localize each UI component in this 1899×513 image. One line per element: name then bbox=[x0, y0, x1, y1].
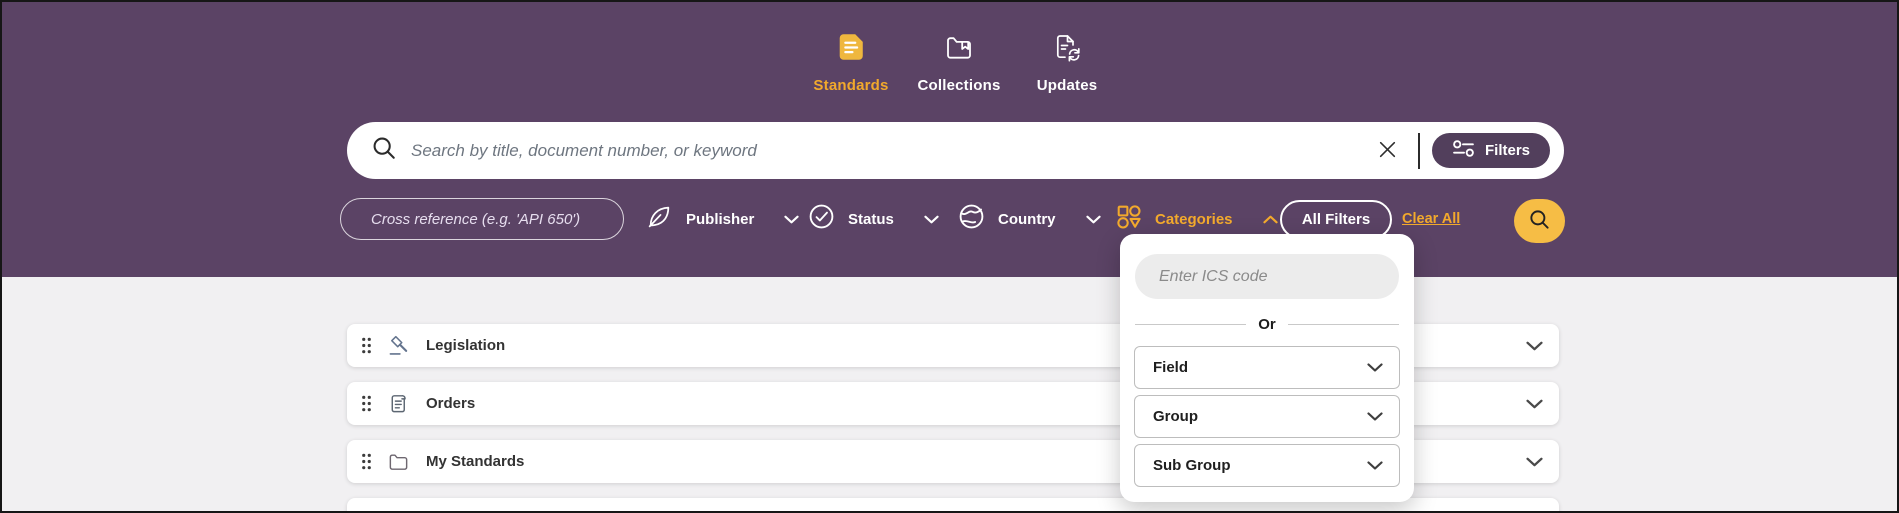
drag-handle-icon[interactable] bbox=[359, 335, 374, 356]
gavel-icon bbox=[387, 334, 410, 357]
search-bar: Filters bbox=[347, 122, 1564, 179]
chevron-down-icon[interactable] bbox=[1526, 341, 1543, 351]
categories-panel: Or Field Group Sub Group bbox=[1120, 234, 1414, 502]
tab-updates-label: Updates bbox=[1037, 77, 1098, 94]
all-filters-button[interactable]: All Filters bbox=[1280, 200, 1392, 239]
sub-group-select-label: Sub Group bbox=[1153, 457, 1231, 474]
chevron-down-icon bbox=[1367, 461, 1383, 470]
or-divider: Or bbox=[1135, 314, 1399, 334]
list-item-label: My Standards bbox=[426, 453, 524, 470]
search-icon bbox=[371, 135, 397, 166]
search-divider bbox=[1418, 133, 1420, 169]
field-select-label: Field bbox=[1153, 359, 1188, 376]
app-window: Standards Collections bbox=[0, 0, 1899, 513]
chevron-down-icon[interactable] bbox=[1526, 457, 1543, 467]
chevron-down-icon bbox=[924, 215, 939, 224]
nav-tabs: Standards Collections bbox=[805, 30, 1113, 94]
tab-collections-label: Collections bbox=[917, 77, 1000, 94]
chevron-up-icon bbox=[1263, 215, 1278, 224]
chevron-down-icon bbox=[1367, 363, 1383, 372]
categories-filter-label: Categories bbox=[1155, 211, 1233, 228]
list-item-label: Orders bbox=[426, 395, 475, 412]
feather-icon bbox=[646, 203, 673, 235]
filters-button-label: Filters bbox=[1485, 142, 1530, 159]
chevron-down-icon bbox=[784, 215, 799, 224]
scroll-icon bbox=[387, 392, 410, 415]
chevron-down-icon bbox=[1367, 412, 1383, 421]
header: Standards Collections bbox=[2, 2, 1897, 277]
publisher-filter[interactable]: Publisher bbox=[646, 198, 799, 240]
updates-icon bbox=[1052, 30, 1082, 64]
check-circle-icon bbox=[808, 203, 835, 235]
filters-button[interactable]: Filters bbox=[1432, 133, 1550, 168]
standards-icon bbox=[835, 30, 867, 64]
chevron-down-icon bbox=[1086, 215, 1101, 224]
drag-handle-icon[interactable] bbox=[359, 393, 374, 414]
drag-handle-icon[interactable] bbox=[359, 451, 374, 472]
field-select[interactable]: Field bbox=[1134, 346, 1400, 389]
divider-line bbox=[1135, 324, 1246, 325]
tab-standards-label: Standards bbox=[813, 77, 888, 94]
country-filter[interactable]: Country bbox=[958, 198, 1101, 240]
country-filter-label: Country bbox=[998, 211, 1056, 228]
x-icon bbox=[1377, 139, 1398, 163]
status-filter-label: Status bbox=[848, 211, 894, 228]
tab-collections[interactable]: Collections bbox=[913, 30, 1005, 94]
sub-group-select[interactable]: Sub Group bbox=[1134, 444, 1400, 487]
cross-reference-input[interactable] bbox=[340, 198, 624, 240]
group-select-label: Group bbox=[1153, 408, 1198, 425]
globe-icon bbox=[958, 203, 985, 235]
chevron-down-icon[interactable] bbox=[1526, 399, 1543, 409]
clear-search-button[interactable] bbox=[1371, 133, 1404, 169]
ics-code-input[interactable] bbox=[1135, 254, 1399, 299]
divider-line bbox=[1288, 324, 1399, 325]
publisher-filter-label: Publisher bbox=[686, 211, 754, 228]
group-select[interactable]: Group bbox=[1134, 395, 1400, 438]
list-item-label: Legislation bbox=[426, 337, 505, 354]
categories-filter[interactable]: Categories bbox=[1116, 198, 1278, 240]
status-filter[interactable]: Status bbox=[808, 198, 939, 240]
shapes-icon bbox=[1116, 204, 1142, 235]
tune-icon bbox=[1452, 140, 1475, 161]
tab-updates[interactable]: Updates bbox=[1021, 30, 1113, 94]
search-icon bbox=[1528, 208, 1551, 234]
search-input[interactable] bbox=[411, 141, 1371, 161]
tab-standards[interactable]: Standards bbox=[805, 30, 897, 94]
search-submit-button[interactable] bbox=[1514, 199, 1565, 243]
or-label: Or bbox=[1258, 316, 1276, 333]
clear-all-link[interactable]: Clear All bbox=[1402, 211, 1460, 227]
folder-icon bbox=[387, 450, 410, 473]
collections-icon bbox=[944, 30, 974, 64]
